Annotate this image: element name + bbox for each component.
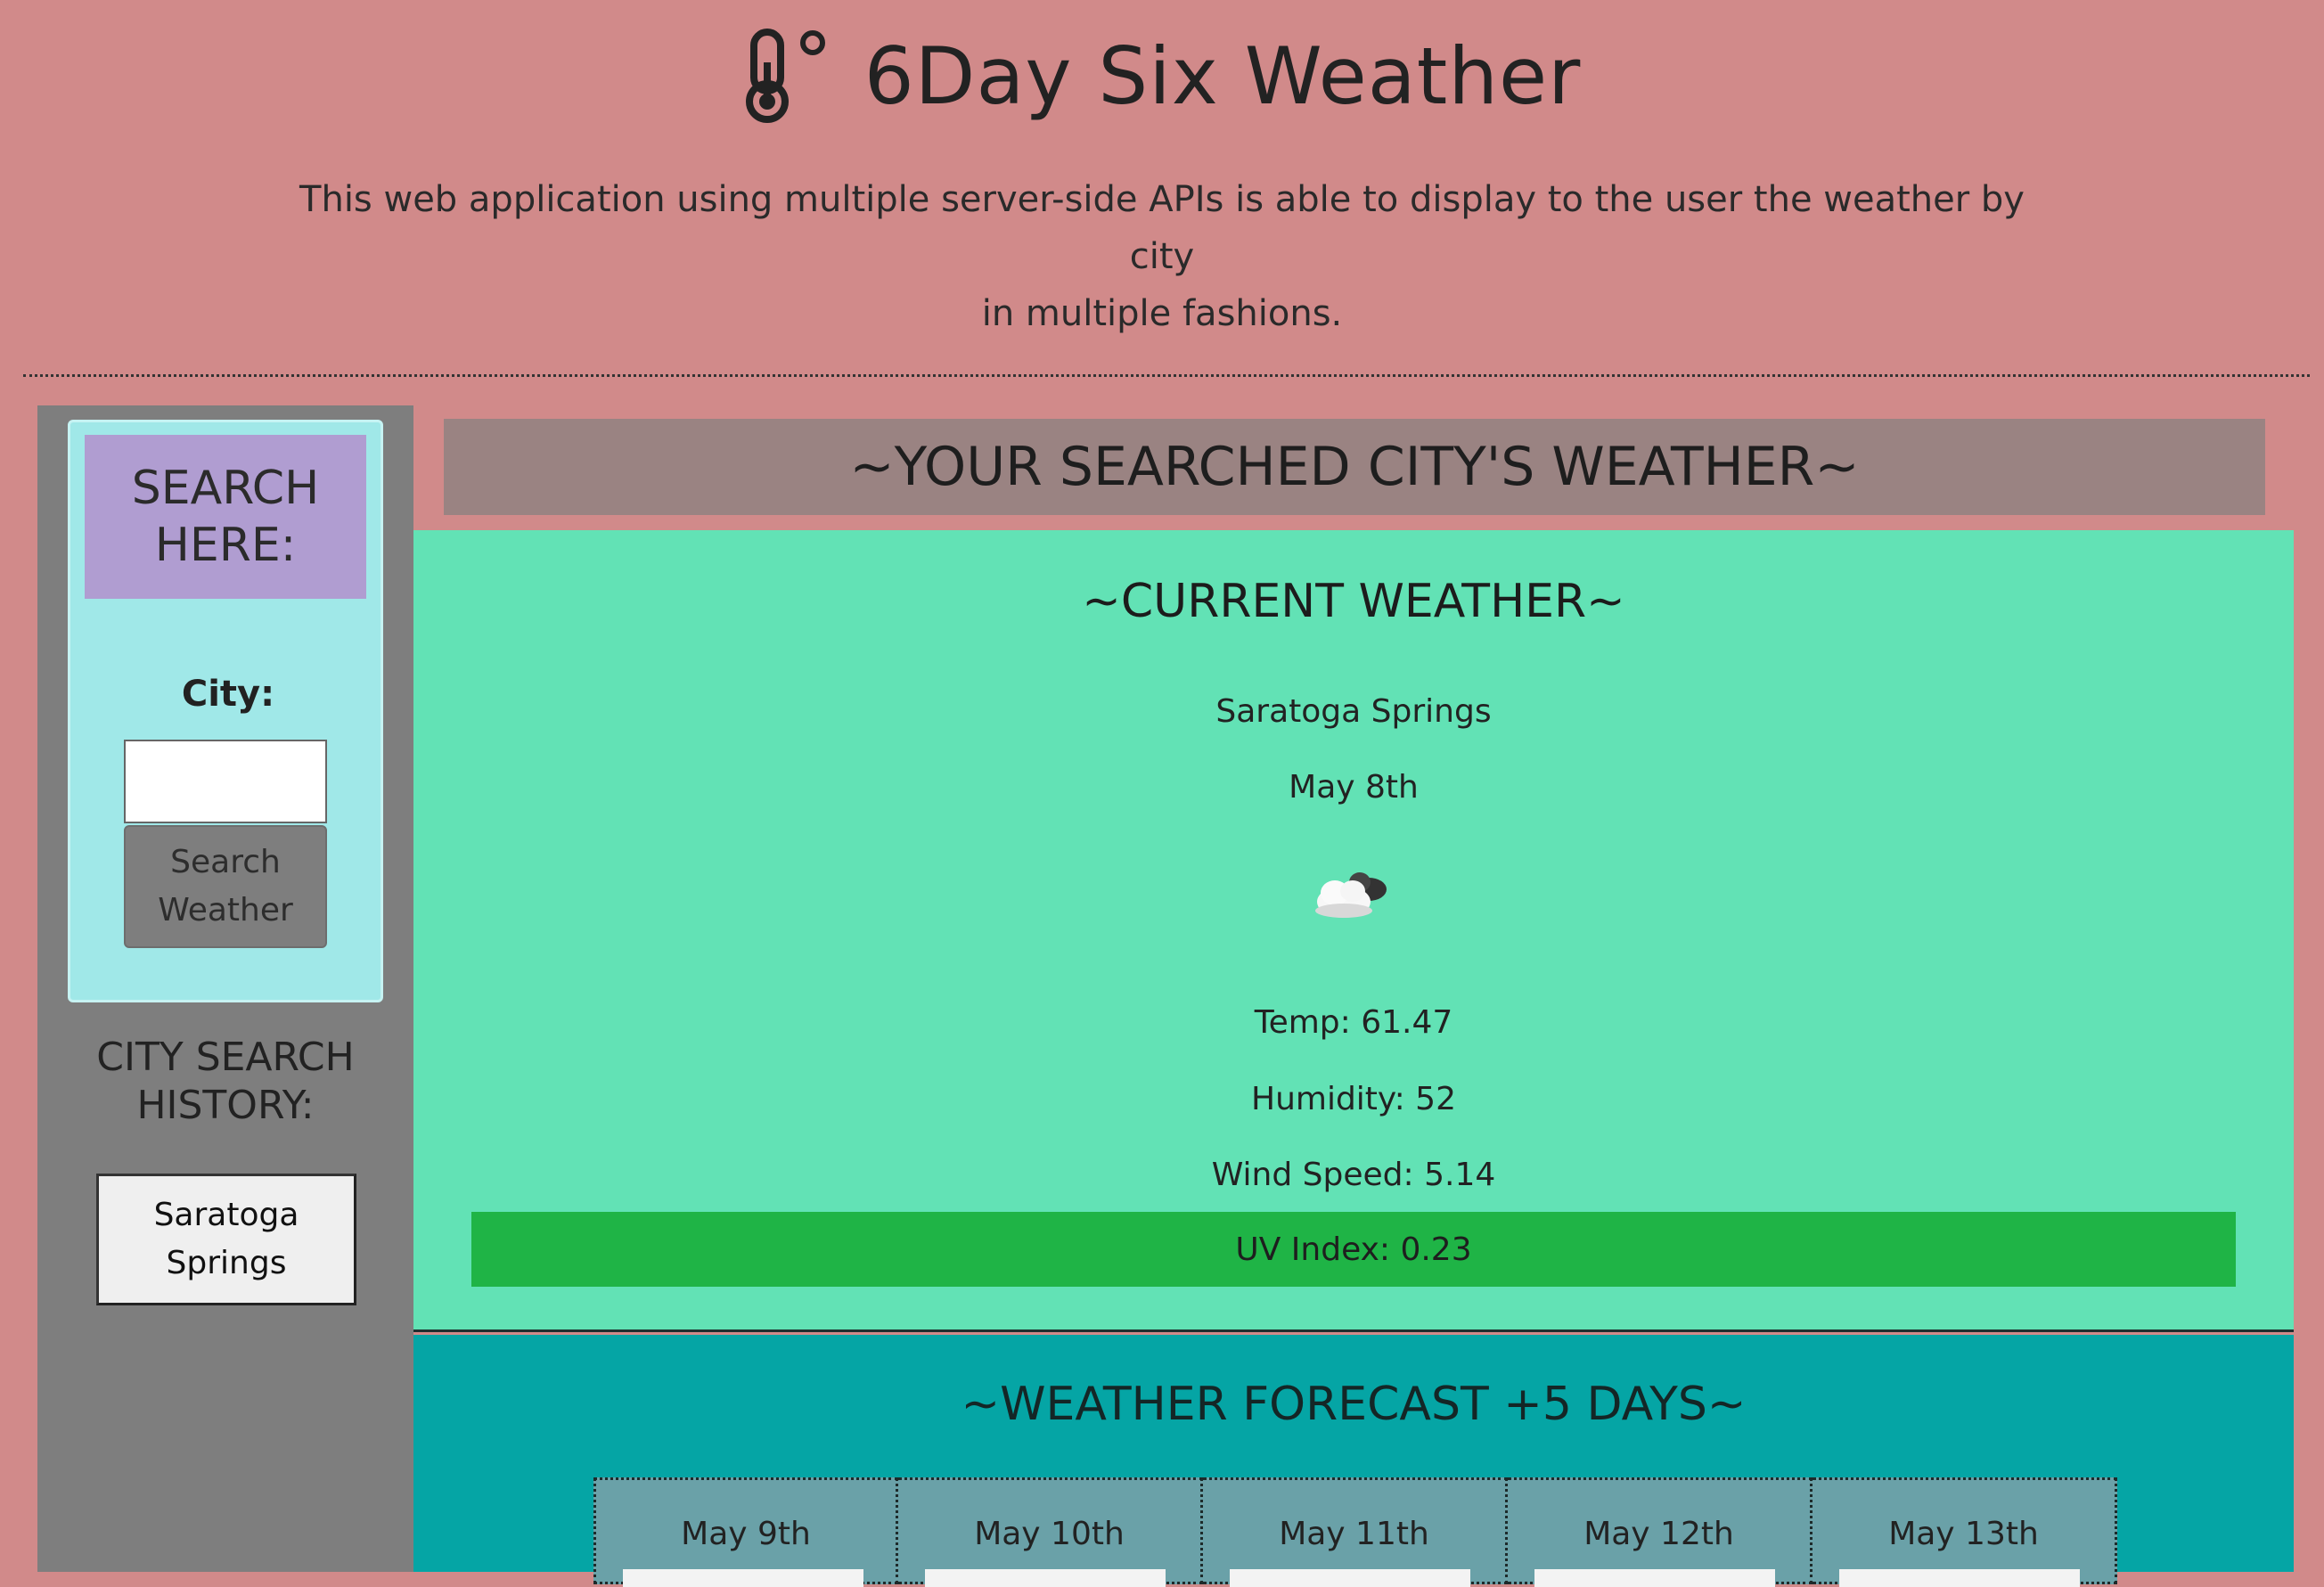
current-temp: Temp: 61.47 bbox=[1254, 1004, 1453, 1041]
forecast-card-inner bbox=[623, 1569, 863, 1587]
forecast-card-inner bbox=[1230, 1569, 1470, 1587]
forecast-card-inner bbox=[1534, 1569, 1775, 1587]
app-title: 6Day Six Weather bbox=[863, 29, 1582, 122]
forecast-cards: May 9th May 10th May 11th May 12th May 1… bbox=[593, 1477, 2117, 1587]
city-search-input[interactable] bbox=[124, 740, 327, 823]
searched-city-heading: ~YOUR SEARCHED CITY'S WEATHER~ bbox=[444, 419, 2265, 515]
search-heading: SEARCH HERE: bbox=[85, 435, 366, 599]
history-item-line2: Springs bbox=[166, 1245, 287, 1281]
history-item-saratoga-springs[interactable]: Saratoga Springs bbox=[96, 1174, 356, 1305]
forecast-date: May 13th bbox=[1888, 1516, 2039, 1552]
forecast-date: May 9th bbox=[681, 1516, 811, 1552]
current-date: May 8th bbox=[1289, 769, 1419, 806]
sidebar: SEARCH HERE: City: Search Weather CITY S… bbox=[37, 405, 413, 1572]
forecast-card: May 13th bbox=[1813, 1477, 2117, 1587]
history-heading-line2: HISTORY: bbox=[136, 1083, 315, 1128]
app-description-line2: in multiple fashions. bbox=[981, 293, 1343, 334]
current-weather-heading: ~CURRENT WEATHER~ bbox=[1082, 575, 1625, 628]
app-description-line1: This web application using multiple serv… bbox=[299, 179, 2025, 277]
forecast-heading: ~WEATHER FORECAST +5 DAYS~ bbox=[961, 1378, 1747, 1431]
search-card: SEARCH HERE: City: Search Weather bbox=[68, 420, 383, 1002]
current-wind-speed: Wind Speed: 5.14 bbox=[1211, 1157, 1496, 1193]
forecast-card: May 11th bbox=[1203, 1477, 1508, 1587]
forecast-card-inner bbox=[925, 1569, 1166, 1587]
forecast-card-inner bbox=[1839, 1569, 2080, 1587]
search-button-line1: Search bbox=[170, 844, 281, 880]
header-divider bbox=[23, 374, 2310, 377]
forecast-card: May 10th bbox=[898, 1477, 1203, 1587]
search-weather-button[interactable]: Search Weather bbox=[124, 825, 327, 948]
current-city: Saratoga Springs bbox=[1215, 693, 1492, 730]
thermometer-icon bbox=[745, 29, 825, 123]
forecast-date: May 10th bbox=[974, 1516, 1125, 1552]
uv-index-bar: UV Index: 0.23 bbox=[471, 1212, 2236, 1287]
page-header: 6Day Six Weather This web application us… bbox=[0, 0, 2324, 374]
cloudy-icon bbox=[1315, 872, 1387, 918]
forecast-panel: ~WEATHER FORECAST +5 DAYS~ May 9th May 1… bbox=[413, 1335, 2294, 1587]
forecast-date: May 12th bbox=[1583, 1516, 1734, 1552]
history-heading: CITY SEARCH HISTORY: bbox=[37, 1034, 413, 1130]
search-button-line2: Weather bbox=[158, 892, 293, 928]
current-weather-panel: ~CURRENT WEATHER~ Saratoga Springs May 8… bbox=[413, 530, 2294, 1332]
forecast-card: May 9th bbox=[593, 1477, 898, 1587]
title-row: 6Day Six Weather bbox=[0, 27, 2324, 125]
current-humidity: Humidity: 52 bbox=[1251, 1081, 1456, 1117]
city-label: City: bbox=[181, 674, 275, 715]
search-heading-line2: HERE: bbox=[154, 519, 297, 572]
search-heading-line1: SEARCH bbox=[131, 462, 320, 515]
history-item-line1: Saratoga bbox=[153, 1197, 299, 1233]
forecast-date: May 11th bbox=[1279, 1516, 1429, 1552]
app-description: This web application using multiple serv… bbox=[267, 171, 2057, 342]
forecast-card: May 12th bbox=[1508, 1477, 1813, 1587]
history-heading-line1: CITY SEARCH bbox=[96, 1035, 355, 1080]
